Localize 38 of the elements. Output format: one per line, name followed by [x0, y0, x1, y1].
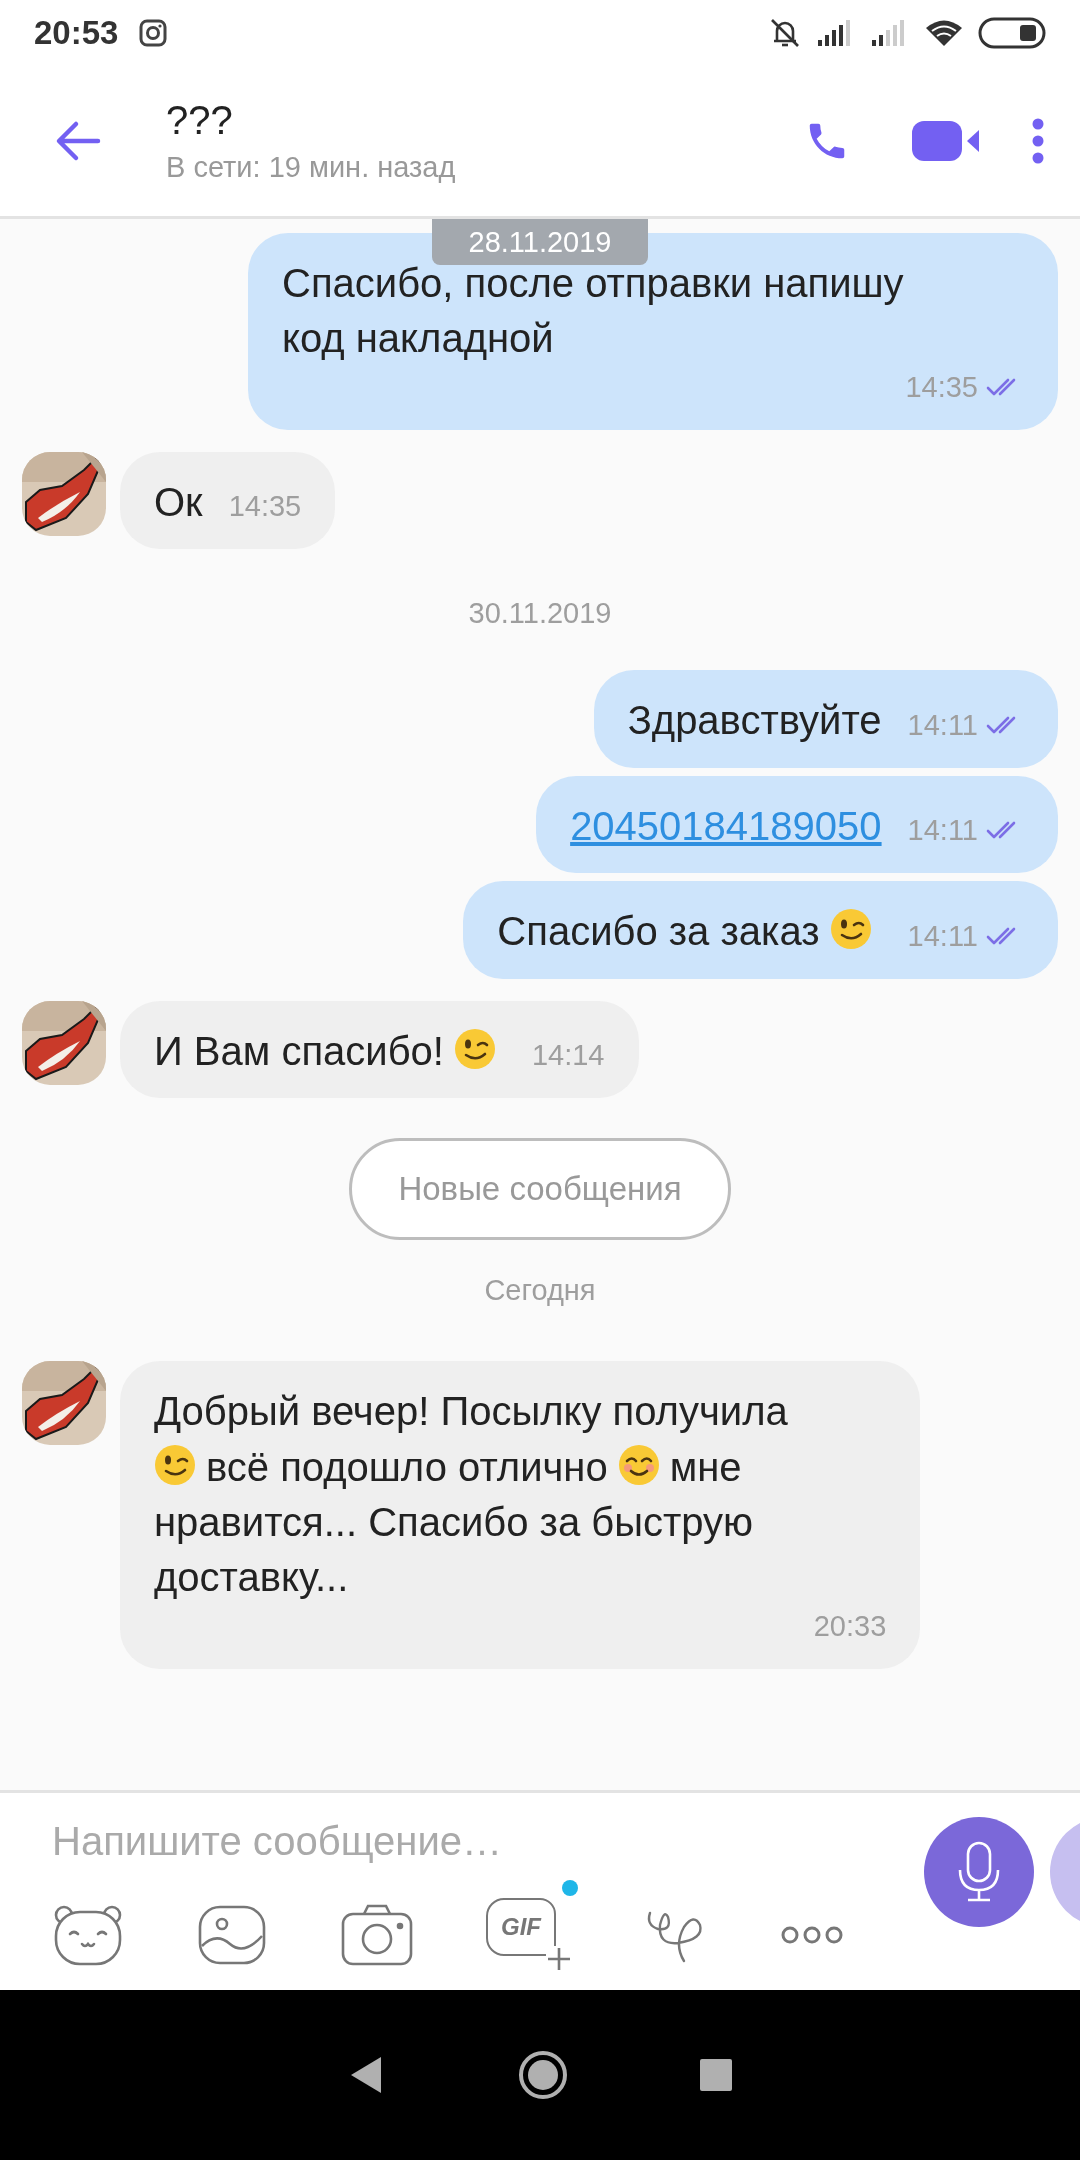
message-input[interactable]: Напишите сообщение… [40, 1811, 764, 1872]
message-time: 14:11 [907, 707, 978, 743]
status-time: 20:53 [34, 14, 119, 52]
smiling-emoji-icon [617, 1443, 660, 1486]
message-text: код накладной [282, 316, 554, 361]
message-time: 14:35 [905, 369, 978, 405]
winking-emoji-icon [829, 908, 872, 951]
message-text: нравится... Спасибо за быструю [154, 1500, 754, 1545]
last-seen-text: В сети: 19 мин. назад [166, 151, 457, 184]
message-time: 20:33 [813, 1608, 887, 1644]
date-chip: 28.11.2019 [432, 219, 648, 265]
wifi-icon [924, 18, 964, 48]
battery-icon [978, 17, 1046, 49]
message-text: Здравствуйте [627, 698, 882, 743]
back-button[interactable] [54, 119, 102, 163]
message-text: Добрый вечер! Посылку получила [154, 1389, 788, 1434]
winking-emoji-icon [453, 1027, 496, 1070]
message-time: 14:11 [907, 918, 978, 954]
message-time: 14:35 [228, 489, 302, 525]
message-time: 14:14 [531, 1038, 605, 1074]
new-messages-button[interactable]: Новые сообщения [349, 1138, 731, 1241]
message-text: мне [669, 1444, 742, 1489]
message-text: Спасибо за заказ [497, 909, 820, 954]
message-text: доставку... [154, 1555, 349, 1600]
contact-name: ??? [166, 98, 234, 143]
winking-emoji-icon [154, 1443, 196, 1486]
message-text: И Вам спасибо! [154, 1029, 444, 1074]
camera-icon [138, 18, 169, 48]
video-call-button[interactable] [912, 118, 982, 164]
tracking-link[interactable]: 20450184189050 [570, 804, 882, 849]
home-icon[interactable] [517, 2049, 569, 2101]
message-text: Ок [154, 480, 203, 525]
message-text: всё подошло отлично [206, 1444, 608, 1489]
more-menu-button[interactable] [1030, 117, 1046, 165]
date-label: Сегодня [484, 1274, 596, 1308]
message-time: 14:11 [907, 813, 978, 849]
recents-icon[interactable] [699, 2058, 733, 2092]
date-label: 30.11.2019 [468, 597, 612, 631]
